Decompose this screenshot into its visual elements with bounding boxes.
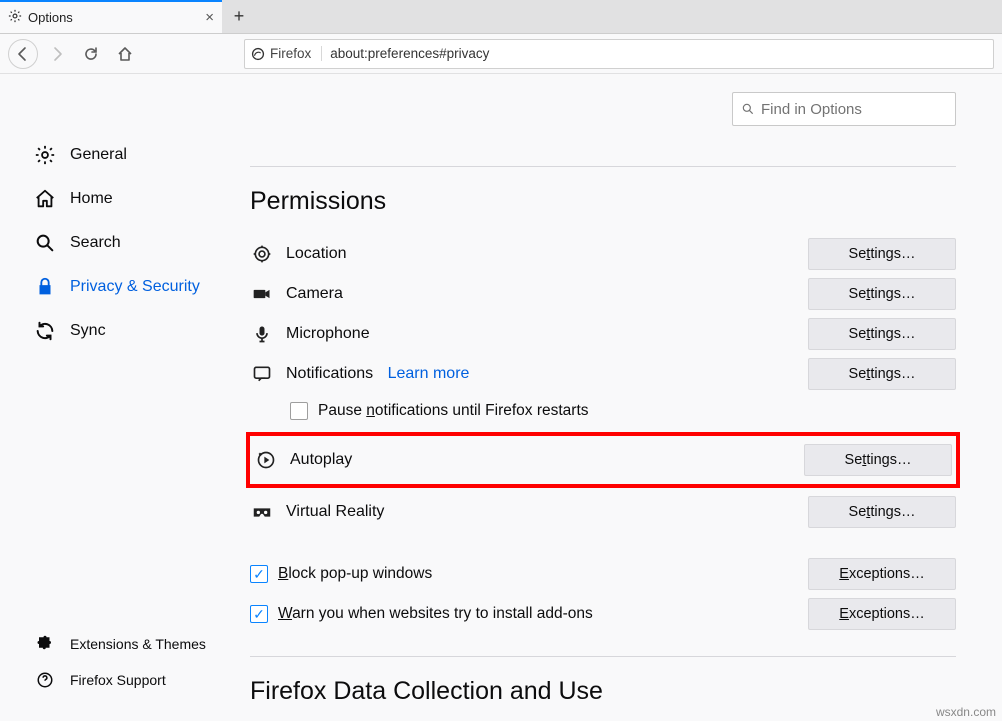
gear-icon [8, 9, 22, 26]
sidebar-item-general[interactable]: General [32, 134, 228, 176]
microphone-settings-button[interactable]: Settings… [808, 318, 956, 350]
sidebar-footer: Extensions & Themes Firefox Support [32, 627, 228, 709]
back-button[interactable] [8, 39, 38, 69]
autoplay-icon [254, 450, 278, 470]
permission-label: Camera [286, 285, 796, 303]
permission-label: Virtual Reality [286, 503, 796, 521]
nav-toolbar: Firefox about:preferences#privacy [0, 34, 1002, 74]
autoplay-highlight: Autoplay Settings… [246, 432, 960, 488]
firefox-icon [251, 47, 265, 61]
sidebar-item-sync[interactable]: Sync [32, 310, 228, 352]
divider [250, 656, 956, 657]
microphone-icon [250, 324, 274, 344]
permission-row-microphone: Microphone Settings… [250, 314, 956, 354]
sidebar-item-extensions[interactable]: Extensions & Themes [32, 627, 228, 661]
search-icon [741, 102, 755, 116]
sidebar-item-home[interactable]: Home [32, 178, 228, 220]
camera-settings-button[interactable]: Settings… [808, 278, 956, 310]
sidebar-item-label: Firefox Support [70, 672, 166, 688]
sidebar-item-label: Home [70, 190, 113, 208]
block-popups-checkbox[interactable] [250, 565, 268, 583]
notifications-icon [250, 364, 274, 384]
permission-label: Autoplay [290, 451, 792, 469]
search-icon [32, 232, 58, 254]
addons-exceptions-button[interactable]: Exceptions… [808, 598, 956, 630]
warn-addons-row: Warn you when websites try to install ad… [250, 594, 956, 634]
find-placeholder: Find in Options [761, 101, 862, 118]
sidebar-item-search[interactable]: Search [32, 222, 228, 264]
reload-button[interactable] [76, 39, 106, 69]
permission-row-notifications: Notifications Learn more Settings… [250, 354, 956, 394]
url-text: about:preferences#privacy [330, 46, 489, 61]
sidebar-item-label: General [70, 146, 127, 164]
sidebar-item-label: Search [70, 234, 121, 252]
sync-icon [32, 320, 58, 342]
home-button-toolbar[interactable] [110, 39, 140, 69]
url-bar[interactable]: Firefox about:preferences#privacy [244, 39, 994, 69]
permission-label: Location [286, 245, 796, 263]
identity-box[interactable]: Firefox [251, 46, 322, 61]
permission-row-autoplay: Autoplay Settings… [254, 436, 952, 484]
lock-icon [32, 276, 58, 298]
permission-label: Microphone [286, 325, 796, 343]
sidebar-item-label: Sync [70, 322, 106, 340]
autoplay-settings-button[interactable]: Settings… [804, 444, 952, 476]
permissions-heading: Permissions [250, 187, 956, 216]
vr-icon [250, 501, 274, 523]
puzzle-icon [32, 635, 58, 653]
warn-addons-label: Warn you when websites try to install ad… [278, 605, 593, 623]
permission-label: Notifications Learn more [286, 365, 796, 383]
permission-row-vr: Virtual Reality Settings… [250, 492, 956, 532]
popups-exceptions-button[interactable]: Exceptions… [808, 558, 956, 590]
divider [250, 166, 956, 167]
pause-notifications-row: Pause notifications until Firefox restar… [290, 394, 956, 428]
location-settings-button[interactable]: Settings… [808, 238, 956, 270]
block-popups-label: Block pop-up windows [278, 565, 432, 583]
gear-icon [32, 144, 58, 166]
notifications-settings-button[interactable]: Settings… [808, 358, 956, 390]
pause-notifications-checkbox[interactable] [290, 402, 308, 420]
home-icon [32, 188, 58, 210]
sidebar-item-support[interactable]: Firefox Support [32, 663, 228, 697]
vr-settings-button[interactable]: Settings… [808, 496, 956, 528]
content-area: Find in Options Permissions Location Set… [240, 74, 1002, 721]
location-icon [250, 244, 274, 264]
tab-close-button[interactable]: × [205, 9, 214, 26]
camera-icon [250, 284, 274, 304]
sidebar-item-label: Extensions & Themes [70, 636, 206, 652]
sidebar: General Home Search Privacy & Security S… [0, 74, 240, 721]
tab-strip: Options × + [0, 0, 1002, 34]
pause-notifications-label: Pause notifications until Firefox restar… [318, 402, 589, 420]
permission-row-camera: Camera Settings… [250, 274, 956, 314]
question-icon [32, 671, 58, 689]
notifications-learn-more-link[interactable]: Learn more [388, 365, 470, 382]
sidebar-item-privacy[interactable]: Privacy & Security [32, 266, 228, 308]
browser-tab-options[interactable]: Options × [0, 0, 222, 33]
forward-button[interactable] [42, 39, 72, 69]
warn-addons-checkbox[interactable] [250, 605, 268, 623]
watermark: wsxdn.com [936, 705, 996, 719]
new-tab-button[interactable]: + [222, 0, 256, 33]
sidebar-item-label: Privacy & Security [70, 278, 200, 296]
identity-label: Firefox [270, 46, 311, 61]
data-collection-heading: Firefox Data Collection and Use [250, 677, 956, 706]
permission-row-location: Location Settings… [250, 234, 956, 274]
find-in-options[interactable]: Find in Options [732, 92, 956, 126]
block-popups-row: Block pop-up windows Exceptions… [250, 554, 956, 594]
tab-title: Options [28, 10, 73, 25]
preferences-page: General Home Search Privacy & Security S… [0, 74, 1002, 721]
